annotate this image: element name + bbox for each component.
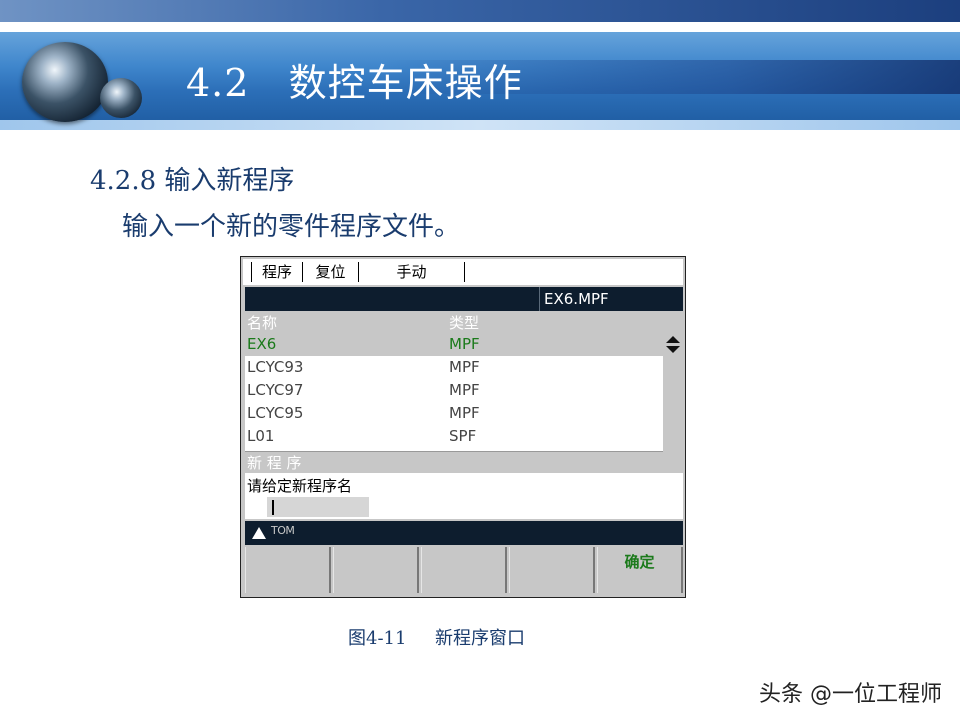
program-type: MPF xyxy=(449,358,480,376)
softkey-2[interactable] xyxy=(333,547,419,593)
program-row[interactable]: LCYC95 MPF xyxy=(245,402,663,425)
program-name: LCYC97 xyxy=(247,381,304,399)
column-header-name: 名称 xyxy=(247,314,278,332)
softkey-bar: 确定 xyxy=(245,547,683,593)
watermark: 头条 @一位工程师 xyxy=(759,682,942,707)
text-cursor xyxy=(272,500,274,515)
triangle-up-icon xyxy=(252,527,266,539)
status-text: TOM xyxy=(271,524,295,537)
program-name: LCYC95 xyxy=(247,404,304,422)
confirm-softkey[interactable]: 确定 xyxy=(597,547,683,593)
section-heading: 4.2.8 输入新程序 xyxy=(90,166,295,196)
program-row[interactable]: LCYC93 MPF xyxy=(245,356,663,379)
status-bar: TOM xyxy=(245,521,683,545)
softkey-3[interactable] xyxy=(421,547,507,593)
program-row[interactable]: L01 SPF xyxy=(245,425,663,448)
program-row-selected[interactable]: EX6 MPF xyxy=(245,333,683,356)
program-row[interactable]: LCYC97 MPF xyxy=(245,379,663,402)
slide-title: 4.2 数控车床操作 xyxy=(186,61,523,105)
program-name: L01 xyxy=(247,427,275,445)
dialog-title-text: 新 程 序 xyxy=(247,454,302,472)
dialog-title: 新 程 序 xyxy=(245,453,683,473)
scroll-up-down-icon[interactable] xyxy=(665,335,681,355)
header-top-stripe xyxy=(0,0,960,22)
program-list-header: 名称 类型 xyxy=(245,313,683,333)
column-header-type: 类型 xyxy=(449,314,480,332)
softkey-1[interactable] xyxy=(245,547,331,593)
tab-manual[interactable]: 手动 xyxy=(359,262,465,282)
current-file-name: EX6.MPF xyxy=(539,287,683,311)
globe-logo-small-icon xyxy=(100,78,142,118)
new-program-dialog: 请给定新程序名 xyxy=(245,473,683,519)
tab-reset[interactable]: 复位 xyxy=(303,262,359,282)
mode-bar: 程序 复位 手动 xyxy=(243,259,683,285)
program-name-input[interactable] xyxy=(267,497,369,517)
program-type: MPF xyxy=(449,335,480,353)
program-list: EX6 MPF LCYC93 MPF LCYC97 MPF LCYC95 MPF… xyxy=(245,333,683,452)
tab-program[interactable]: 程序 xyxy=(251,262,303,282)
program-type: MPF xyxy=(449,404,480,422)
figure-caption: 图4-11 新程序窗口 xyxy=(348,628,526,649)
globe-logo-large-icon xyxy=(22,42,108,122)
softkey-4[interactable] xyxy=(509,547,595,593)
cnc-new-program-window: 程序 复位 手动 EX6.MPF 名称 类型 EX6 MPF LCYC93 MP… xyxy=(240,256,686,598)
section-description: 输入一个新的零件程序文件。 xyxy=(122,212,461,242)
program-type: MPF xyxy=(449,381,480,399)
program-name: EX6 xyxy=(247,335,277,353)
program-name: LCYC93 xyxy=(247,358,304,376)
dialog-prompt: 请给定新程序名 xyxy=(247,477,353,495)
path-bar: EX6.MPF xyxy=(245,287,683,311)
program-type: SPF xyxy=(449,427,477,445)
